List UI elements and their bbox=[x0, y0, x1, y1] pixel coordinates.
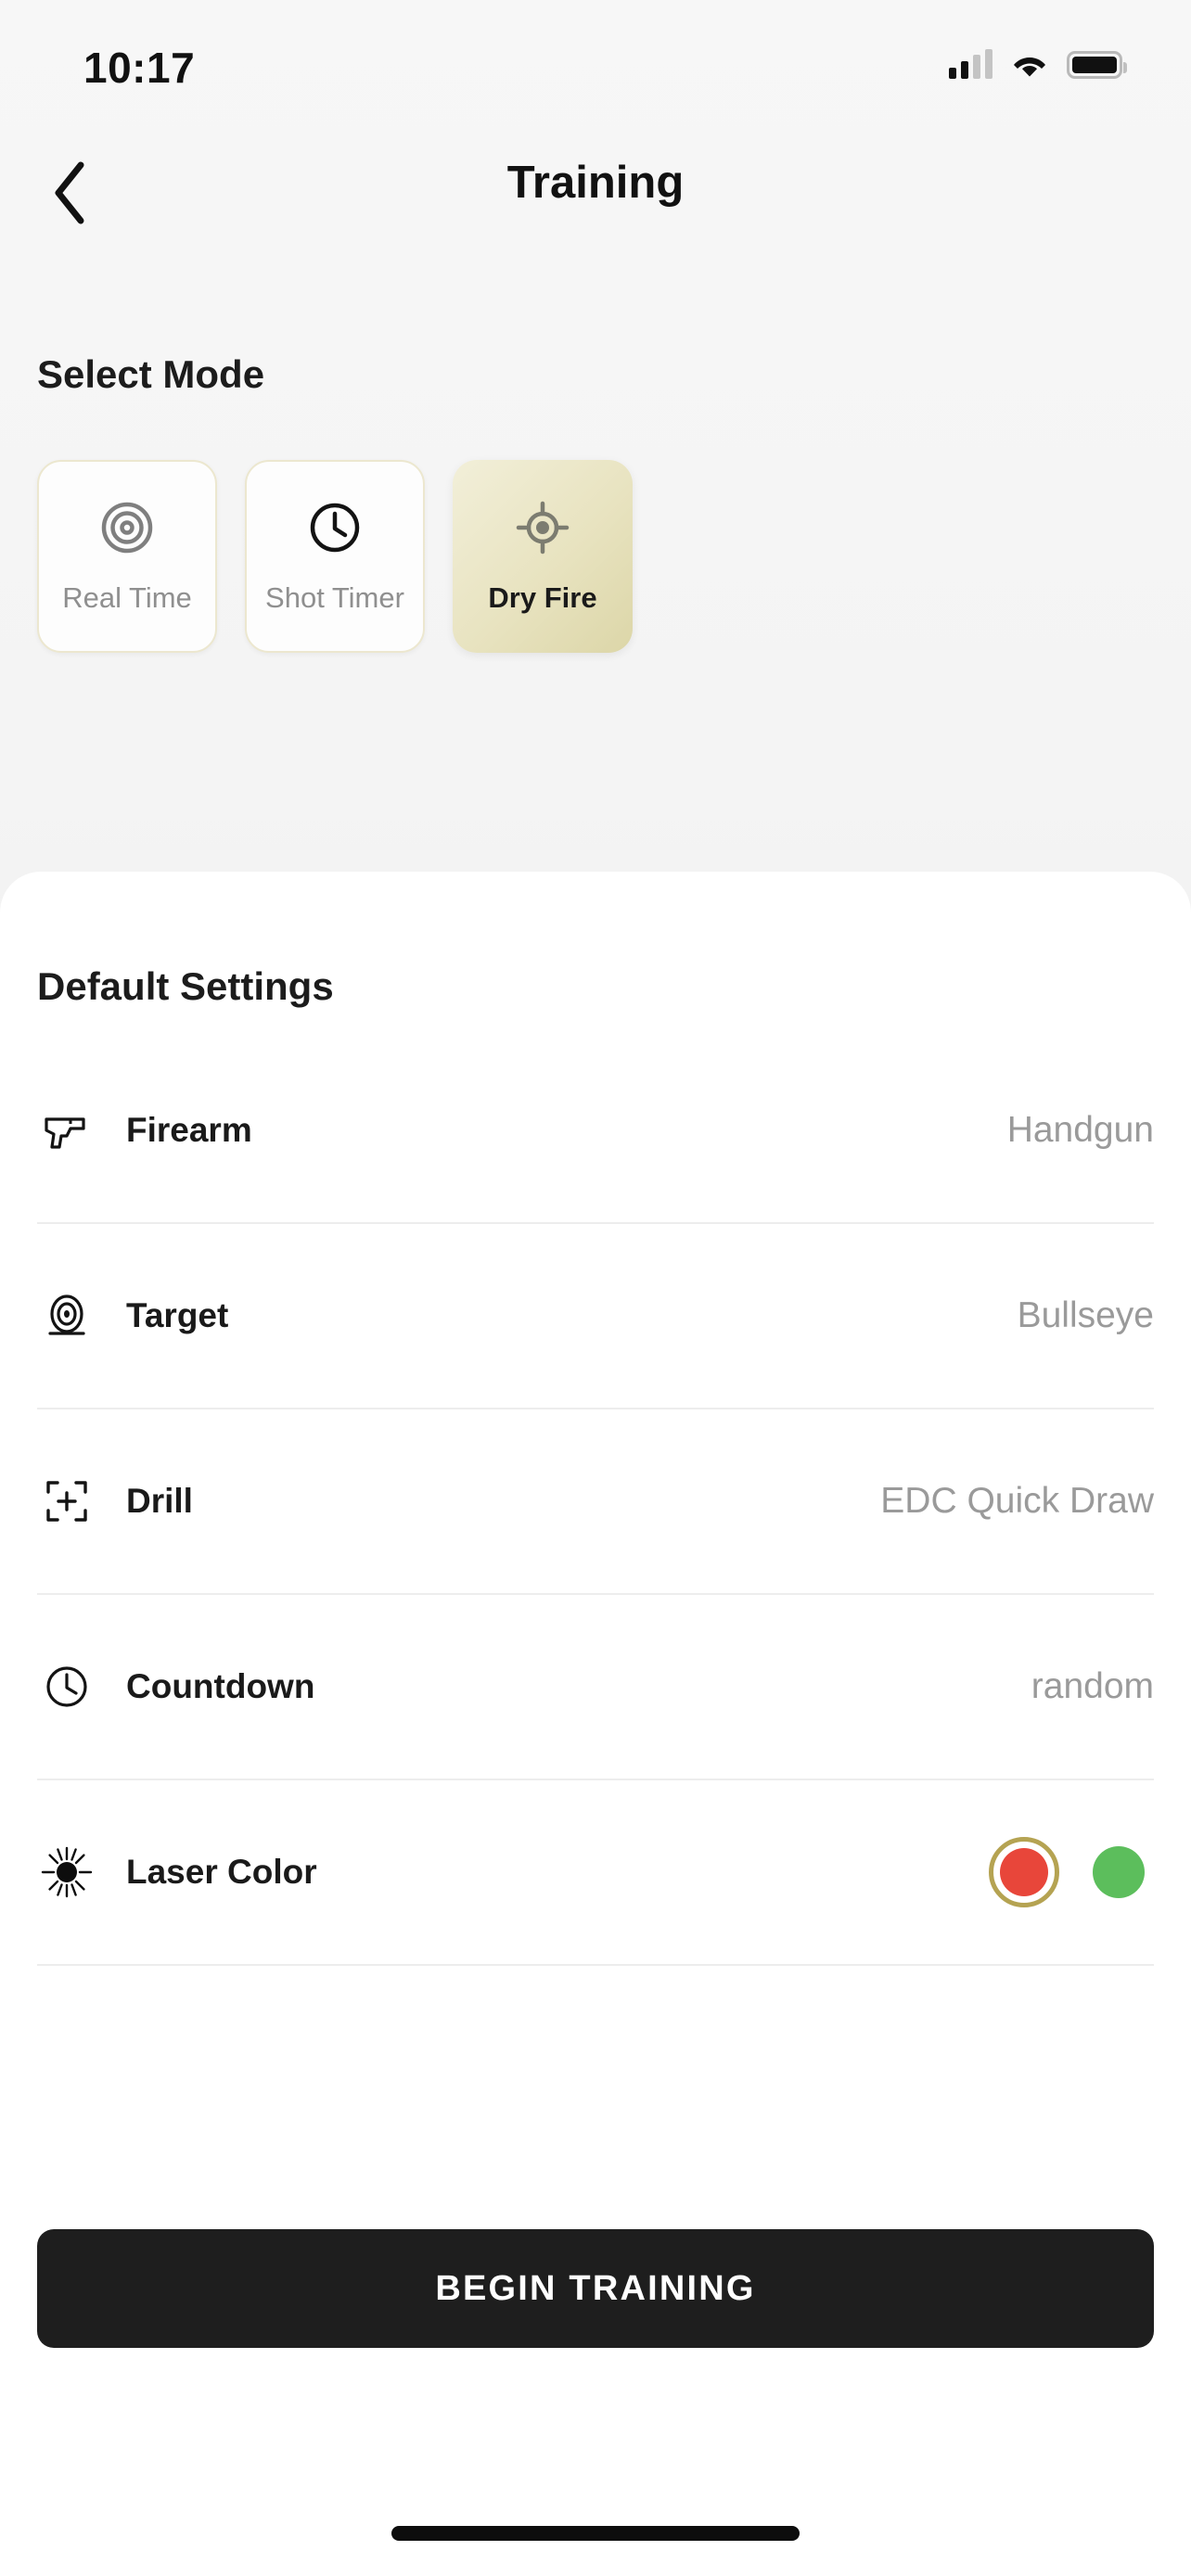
home-indicator[interactable] bbox=[391, 2526, 800, 2541]
status-bar-time: 10:17 bbox=[83, 44, 196, 92]
page-title: Training bbox=[506, 158, 685, 208]
focus-frame-plus-icon bbox=[37, 1472, 96, 1531]
begin-training-button[interactable]: BEGIN TRAINING bbox=[37, 2229, 1154, 2348]
settings-row-value: Handgun bbox=[1006, 1110, 1154, 1150]
laser-color-options bbox=[989, 1837, 1154, 1907]
signal-bars-icon bbox=[949, 49, 992, 79]
begin-training-label: BEGIN TRAINING bbox=[435, 2268, 756, 2308]
settings-row-laser-color: Laser Color bbox=[37, 1780, 1154, 1966]
laser-color-swatch-green[interactable] bbox=[1083, 1837, 1154, 1907]
mode-card-real-time[interactable]: Real Time bbox=[37, 460, 217, 653]
app-screen: 10:17 Training Select Mode Real Time Sho… bbox=[0, 0, 1191, 2576]
settings-row-firearm[interactable]: Firearm Handgun bbox=[37, 1039, 1154, 1224]
settings-row-countdown[interactable]: Countdown random bbox=[37, 1595, 1154, 1780]
clock-icon bbox=[305, 498, 365, 557]
target-rings-icon bbox=[97, 498, 157, 557]
mode-card-label: Shot Timer bbox=[265, 581, 404, 614]
select-mode-heading: Select Mode bbox=[37, 352, 265, 396]
settings-row-value: EDC Quick Draw bbox=[880, 1481, 1154, 1521]
pistol-icon bbox=[37, 1101, 96, 1160]
mode-card-label: Real Time bbox=[62, 581, 192, 614]
mode-card-dry-fire[interactable]: Dry Fire bbox=[453, 460, 633, 653]
default-settings-sheet: Default Settings Firearm Handgun Target … bbox=[0, 872, 1191, 2576]
starburst-icon bbox=[37, 1843, 96, 1902]
mode-card-shot-timer[interactable]: Shot Timer bbox=[245, 460, 425, 653]
settings-row-label: Drill bbox=[126, 1482, 193, 1520]
mode-card-label: Dry Fire bbox=[488, 581, 597, 614]
settings-row-label: Countdown bbox=[126, 1667, 315, 1705]
nav-bar: Training bbox=[0, 144, 1191, 246]
clock-icon bbox=[37, 1657, 96, 1716]
settings-row-target[interactable]: Target Bullseye bbox=[37, 1224, 1154, 1409]
target-stand-icon bbox=[37, 1286, 96, 1345]
settings-row-drill[interactable]: Drill EDC Quick Draw bbox=[37, 1409, 1154, 1595]
default-settings-heading: Default Settings bbox=[37, 964, 334, 1008]
wifi-icon bbox=[1011, 51, 1048, 79]
battery-full-icon bbox=[1067, 51, 1127, 79]
status-bar: 10:17 bbox=[0, 0, 1191, 139]
settings-row-label: Target bbox=[126, 1296, 229, 1334]
settings-list: Firearm Handgun Target Bullseye Drill ED… bbox=[37, 1039, 1154, 1966]
settings-row-value: random bbox=[1031, 1666, 1154, 1706]
laser-color-swatch-red[interactable] bbox=[989, 1837, 1059, 1907]
status-bar-indicators bbox=[949, 43, 1127, 87]
settings-row-value: Bullseye bbox=[1017, 1295, 1154, 1335]
settings-row-label: Firearm bbox=[126, 1111, 252, 1149]
settings-row-label: Laser Color bbox=[126, 1853, 317, 1891]
crosshair-icon bbox=[513, 498, 572, 557]
mode-selector: Real Time Shot Timer Dry Fire bbox=[37, 460, 1154, 653]
swatch-fill bbox=[1093, 1846, 1145, 1898]
swatch-fill bbox=[1000, 1848, 1048, 1896]
